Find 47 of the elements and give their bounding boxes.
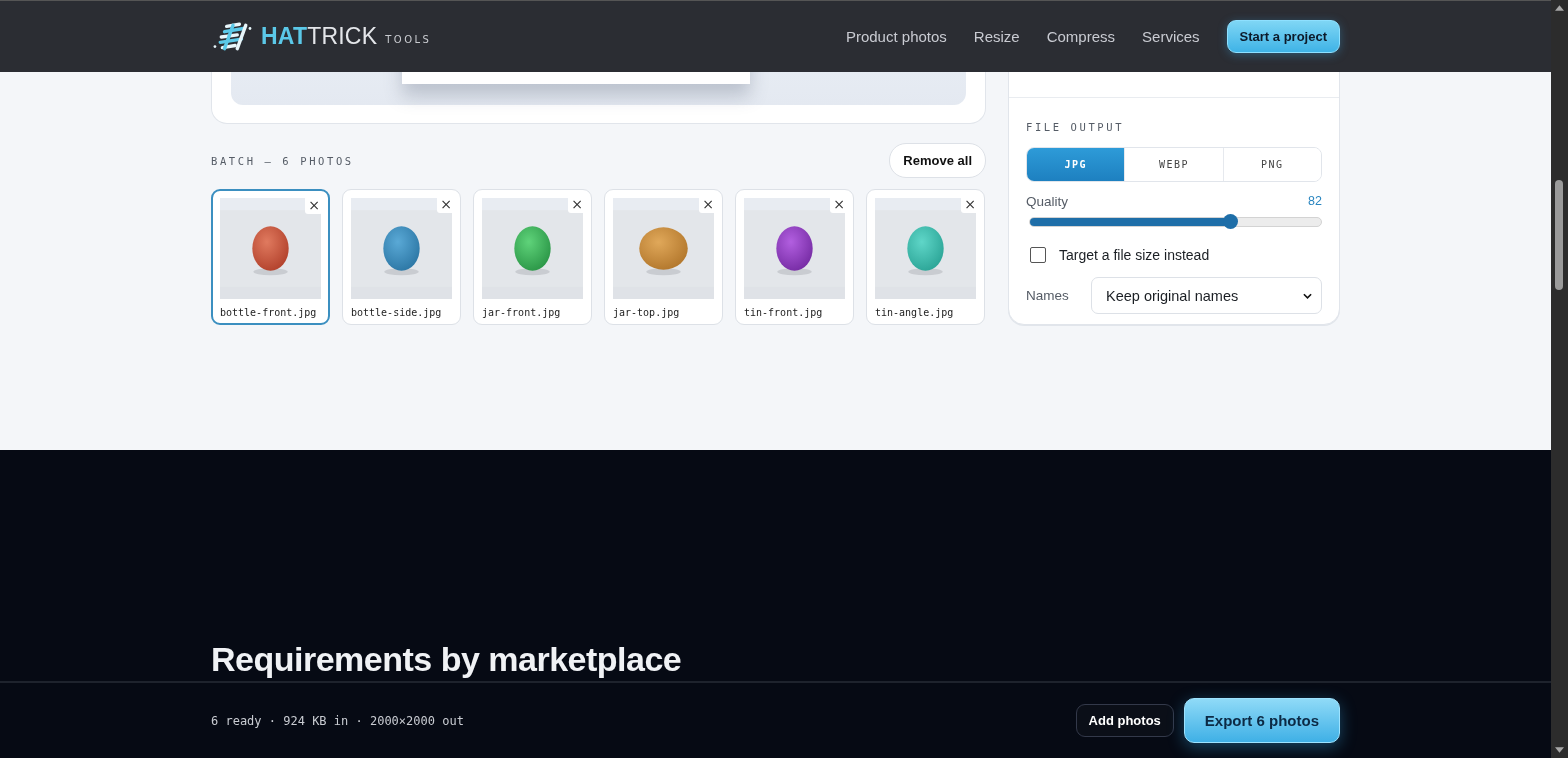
remove-button[interactable]: × xyxy=(568,195,586,213)
photo-card[interactable]: × bottle-front.jpg xyxy=(211,189,330,325)
section-title: FILE OUTPUT xyxy=(1026,121,1125,133)
remove-button[interactable]: × xyxy=(699,195,717,213)
checkbox-label: Target a file size instead xyxy=(1059,247,1210,263)
quality-value: 82 xyxy=(1308,194,1322,209)
brand-tagline: TOOLS xyxy=(385,34,432,45)
nav-link[interactable]: Resize xyxy=(973,28,1020,45)
quality-slider[interactable] xyxy=(1029,217,1322,227)
file-name: bottle-front.jpg xyxy=(220,307,318,318)
remove-button[interactable]: × xyxy=(961,195,979,213)
photo-card[interactable]: × jar-front.jpg xyxy=(473,189,592,325)
photo-card[interactable]: × tin-angle.jpg xyxy=(866,189,985,325)
photo-card[interactable]: × bottle-side.jpg xyxy=(342,189,461,325)
chevron-down-icon xyxy=(1303,292,1312,299)
batch-status: 6 ready · 924 KB in · 2000×2000 out xyxy=(211,713,464,728)
remove-all-button[interactable]: Remove all xyxy=(889,143,986,178)
file-name: jar-top.jpg xyxy=(613,307,681,318)
file-name: bottle-side.jpg xyxy=(351,307,443,318)
remove-button[interactable]: × xyxy=(830,195,848,213)
format-tab[interactable]: PNG xyxy=(1222,148,1321,181)
names-select[interactable]: Keep original names xyxy=(1091,277,1322,314)
checkbox[interactable] xyxy=(1030,247,1046,263)
file-name: jar-front.jpg xyxy=(482,307,562,318)
file-name: tin-front.jpg xyxy=(744,307,824,318)
remove-button[interactable]: × xyxy=(437,195,455,213)
scrollbar[interactable] xyxy=(1551,0,1568,758)
nav-link[interactable]: Product photos xyxy=(845,28,947,45)
section-heading: Requirements by marketplace xyxy=(211,639,683,679)
scroll-down-icon[interactable] xyxy=(1555,747,1564,753)
add-photos-button[interactable]: Add photos xyxy=(1075,704,1174,737)
slider-handle[interactable] xyxy=(1222,214,1238,229)
batch-title: BATCH — 6 PHOTOS xyxy=(211,154,354,167)
brand-name: HATTRICK xyxy=(261,23,378,50)
nav-link[interactable]: Services xyxy=(1142,28,1200,45)
scrollbar-thumb[interactable] xyxy=(1555,180,1563,290)
photo-card[interactable]: × jar-top.jpg xyxy=(604,189,723,325)
nav-link[interactable]: Compress xyxy=(1046,28,1116,45)
remove-button[interactable]: × xyxy=(305,196,323,214)
format-tab[interactable]: JPG xyxy=(1027,148,1125,181)
names-label: Names xyxy=(1026,288,1069,303)
scroll-up-icon[interactable] xyxy=(1555,5,1564,11)
file-name: tin-angle.jpg xyxy=(875,307,955,318)
export-button[interactable]: Export 6 photos xyxy=(1183,698,1340,743)
start-project-button[interactable]: Start a project xyxy=(1226,20,1340,53)
quality-label: Quality xyxy=(1026,194,1069,209)
photo-card[interactable]: × tin-front.jpg xyxy=(735,189,854,325)
